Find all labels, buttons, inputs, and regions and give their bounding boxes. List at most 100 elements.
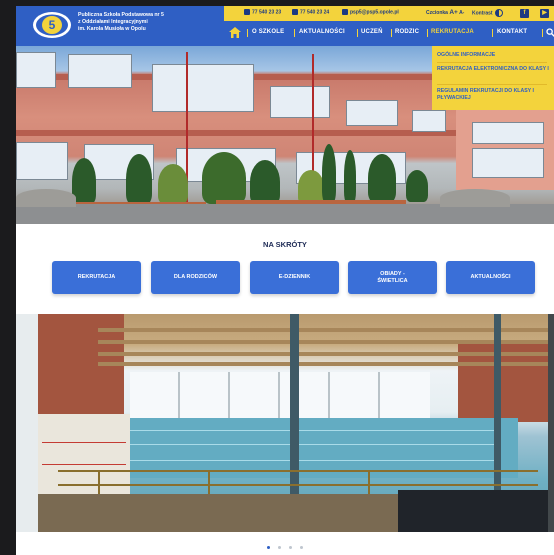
page: 5 Publiczna Szkoła Podstawowa nr 5 z Odd…	[16, 6, 554, 555]
school-name[interactable]: Publiczna Szkoła Podstawowa nr 5 z Oddzi…	[78, 12, 238, 33]
nav-item-uczen[interactable]: UCZEŃ	[361, 29, 383, 35]
nav-separator	[492, 29, 493, 37]
dropdown-item-rekrutacja-elektroniczna[interactable]: REKRUTACJA ELEKTRONICZNA DO KLASY I	[437, 66, 553, 73]
nav-separator	[391, 29, 392, 37]
nav-item-aktualnosci[interactable]: AKTUALNOŚCI	[299, 29, 345, 35]
roof-beam	[98, 362, 548, 366]
lane-line	[118, 430, 498, 431]
pool-water	[98, 418, 518, 478]
shortcut-e-dziennik-button[interactable]: E-DZIENNIK	[250, 261, 339, 294]
shortcut-dla-rodzicow-button[interactable]: DLA RODZICÓW	[151, 261, 240, 294]
photo-slider[interactable]	[16, 314, 554, 532]
slider-dot[interactable]	[278, 546, 281, 549]
tree	[250, 160, 280, 204]
pool-window	[130, 372, 430, 418]
window-frame	[228, 372, 230, 418]
slider-pagination	[16, 536, 554, 549]
contrast-label: Kontrast	[472, 10, 493, 17]
nav-separator	[247, 29, 248, 37]
red-marking	[42, 464, 126, 465]
shortcuts-section: NA SKRÓTY REKRUTACJA DLA RODZICÓW E-DZIE…	[16, 224, 554, 314]
phone-icon	[244, 9, 250, 15]
home-icon[interactable]	[229, 27, 241, 38]
school-name-line: Publiczna Szkoła Podstawowa nr 5	[78, 12, 164, 18]
nav-item-o-szkole[interactable]: O SZKOLE	[252, 29, 284, 35]
window	[68, 54, 132, 88]
window	[412, 110, 446, 132]
font-smaller-button[interactable]: A-	[459, 10, 464, 16]
nav-separator	[294, 29, 295, 37]
window	[346, 100, 398, 126]
school-name-line: z Oddziałami Integracyjnymi	[78, 19, 148, 25]
phone-link-2[interactable]: 77 540 23 24	[292, 9, 329, 15]
tree	[158, 164, 188, 204]
pavement	[16, 204, 554, 224]
tree	[344, 150, 356, 202]
window	[270, 86, 330, 118]
shortcut-obiady-swietlica-button[interactable]: OBIADY - ŚWIETLICA	[348, 261, 437, 294]
mail-icon	[342, 9, 348, 15]
top-utility-bar: 77 540 23 23 77 540 23 24 psp5@psp5.opol…	[224, 6, 554, 21]
tree	[368, 154, 396, 202]
dropdown-item-regulamin-rekrutacji[interactable]: REGULAMIN REKRUTACJI DO KLASY I PŁYWACKI…	[437, 88, 553, 102]
dropdown-separator	[437, 84, 547, 85]
font-bigger-button[interactable]: A+	[449, 9, 458, 16]
font-size-label: Czcionka	[426, 10, 448, 16]
tree	[202, 152, 246, 204]
spectator-seats	[398, 490, 548, 532]
nav-separator	[542, 29, 543, 37]
tree	[322, 144, 336, 202]
slider-dot[interactable]	[267, 546, 270, 549]
site-header: 5 Publiczna Szkoła Podstawowa nr 5 z Odd…	[16, 6, 554, 46]
font-size-controls: Czcionka A+ A-	[426, 9, 464, 16]
contrast-toggle[interactable]: Kontrast	[472, 9, 503, 17]
red-marking	[42, 442, 126, 443]
nav-item-rodzic[interactable]: RODZIC	[395, 29, 419, 35]
slider-dot[interactable]	[300, 546, 303, 549]
tree	[126, 154, 152, 204]
window-frame	[178, 372, 180, 418]
window	[16, 142, 68, 180]
next-slide-peek[interactable]	[548, 314, 554, 532]
slider-dot[interactable]	[289, 546, 292, 549]
railing	[58, 484, 538, 486]
nav-item-rekrutacja[interactable]: REKRUTACJA	[431, 29, 474, 35]
phone-link-1[interactable]: 77 540 23 23	[244, 9, 281, 15]
facebook-icon[interactable]: f	[520, 9, 529, 18]
lane-line	[118, 460, 498, 461]
shortcut-aktualnosci-button[interactable]: AKTUALNOŚCI	[446, 261, 535, 294]
previous-slide-peek[interactable]	[16, 314, 38, 532]
window-frame	[278, 372, 280, 418]
nav-item-kontakt[interactable]: KONTAKT	[497, 29, 527, 35]
window-frame	[378, 372, 380, 418]
window	[472, 148, 544, 178]
school-logo[interactable]: 5	[32, 10, 72, 40]
main-nav: O SZKOLE AKTUALNOŚCI UCZEŃ RODZIC REKRUT…	[224, 24, 554, 42]
tree	[406, 170, 428, 202]
logo-number: 5	[49, 18, 56, 32]
search-icon[interactable]	[546, 28, 554, 37]
stone	[440, 189, 510, 207]
window	[472, 122, 544, 144]
window	[152, 64, 254, 112]
contrast-icon	[494, 9, 503, 17]
window	[16, 52, 56, 88]
roof-beam	[98, 328, 548, 332]
dropdown-separator	[437, 62, 547, 63]
school-name-line: im. Karola Musioła w Opolu	[78, 26, 146, 32]
roof-beam	[98, 340, 548, 344]
shortcut-rekrutacja-button[interactable]: REKRUTACJA	[52, 261, 141, 294]
window-frame	[328, 372, 330, 418]
lane-line	[118, 444, 498, 445]
tiled-wall	[38, 414, 130, 500]
email-link[interactable]: psp5@psp5.opole.pl	[342, 9, 399, 15]
roof-beam	[98, 352, 548, 356]
nav-separator	[427, 29, 428, 37]
tree	[298, 170, 324, 204]
stone	[16, 189, 76, 207]
shortcuts-title: NA SKRÓTY	[263, 240, 307, 249]
youtube-icon[interactable]: ▶	[540, 9, 549, 18]
nav-separator	[357, 29, 358, 37]
railing	[58, 470, 538, 472]
dropdown-item-ogolne-informacje[interactable]: OGÓLNE INFORMACJE	[437, 52, 553, 59]
